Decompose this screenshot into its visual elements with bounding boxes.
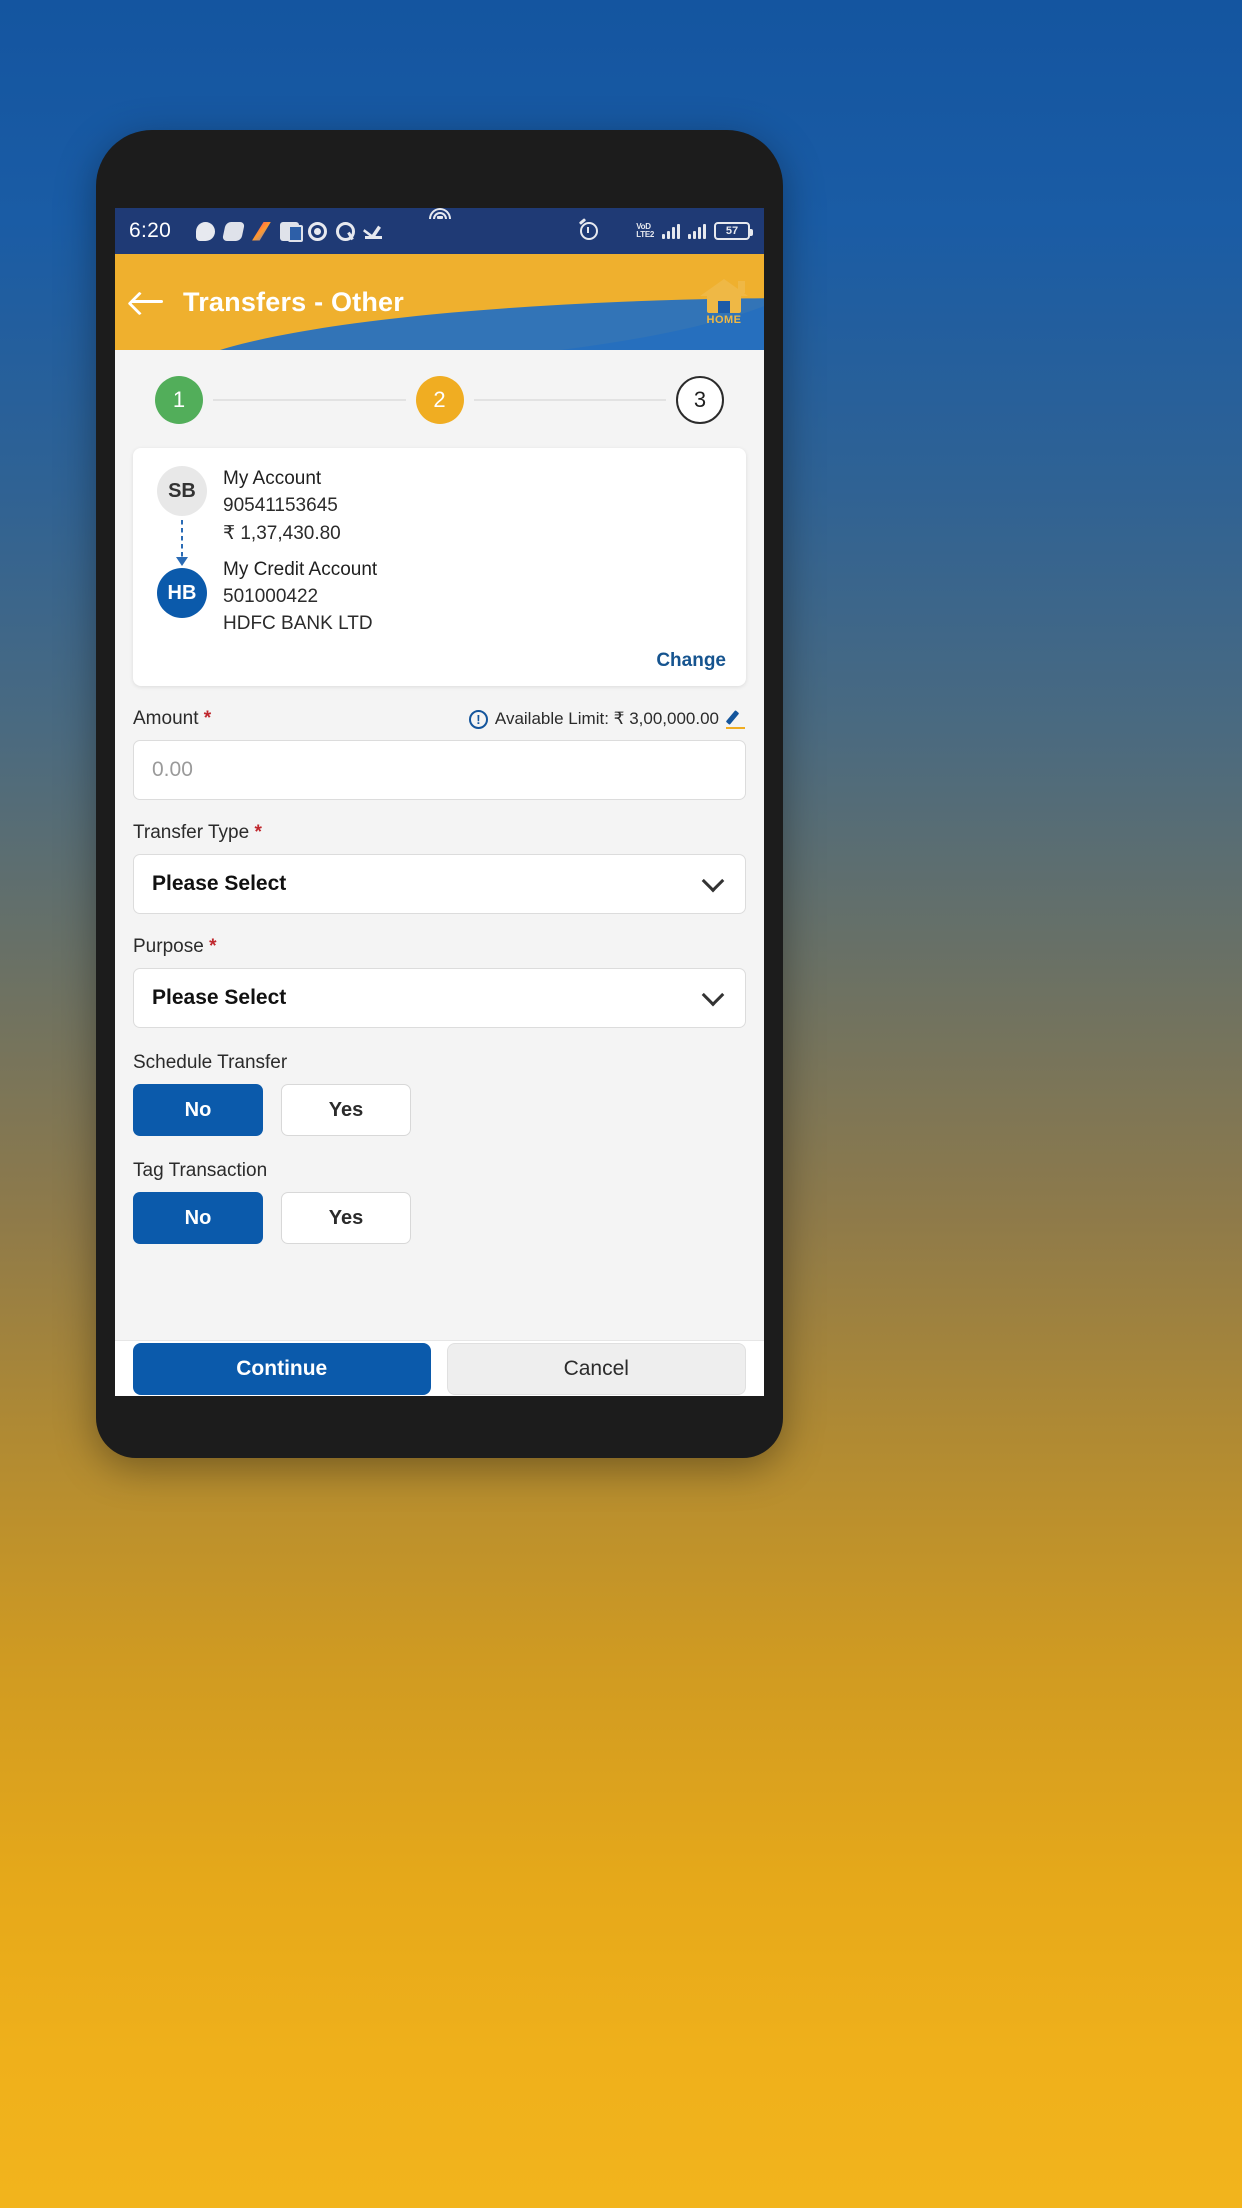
volte-indicator: VoD LTE2 [636, 222, 654, 239]
page-title: Transfers - Other [183, 286, 404, 317]
home-button-label: HOME [706, 313, 742, 326]
schedule-transfer-label: Schedule Transfer [133, 1052, 288, 1073]
transfer-type-field-group: Transfer Type * Please Select [115, 822, 764, 914]
slack-icon [222, 221, 246, 241]
step-3[interactable]: 3 [676, 376, 724, 424]
account-avatars: SB HB [153, 466, 223, 640]
status-time: 6:20 [129, 219, 172, 242]
to-account-name: My Credit Account [223, 559, 378, 580]
app-header: Transfers - Other HOME [115, 254, 764, 350]
step-2[interactable]: 2 [415, 376, 464, 424]
available-limit-block: ! Available Limit: ₹ 3,00,000.00 [468, 709, 746, 729]
action-footer: Continue Cancel [115, 1340, 764, 1396]
home-button[interactable]: HOME [700, 278, 748, 326]
phone-screen: 6:20 VoD LTE2 57 Transfers - Other HOME … [115, 208, 764, 1396]
from-account-row: SB HB My Account 90541153645 ₹ 1,37,430.… [153, 466, 726, 640]
status-bar: 6:20 VoD LTE2 57 [115, 208, 764, 254]
quora-icon [336, 221, 356, 241]
wifi-icon [428, 208, 628, 239]
to-account-bank: HDFC BANK LTD [223, 613, 373, 634]
signal-bars-sim2 [688, 223, 706, 239]
main-content: 1 2 3 SB HB My Account 90541153645 ₹ 1,3… [115, 350, 764, 1340]
to-account-number: 501000422 [223, 586, 319, 607]
schedule-transfer-yes[interactable]: Yes [281, 1084, 411, 1136]
purpose-value: Please Select [152, 986, 287, 1009]
outlook-icon [280, 221, 304, 242]
transfer-type-value: Please Select [152, 872, 287, 895]
step-1[interactable]: 1 [155, 376, 203, 424]
transfer-type-label: Transfer Type * [133, 822, 262, 844]
step-connector-1 [213, 399, 406, 401]
chrome-icon [308, 221, 328, 241]
pencil-edit-icon[interactable] [726, 709, 746, 729]
gradient-app-icon [252, 221, 272, 241]
purpose-label-text: Purpose [133, 936, 204, 957]
back-arrow-icon[interactable] [131, 289, 165, 315]
amount-input[interactable]: 0.00 [133, 740, 746, 800]
purpose-label: Purpose * [133, 936, 216, 958]
home-icon [700, 278, 748, 313]
available-limit-text: Available Limit: ₹ 3,00,000.00 [494, 709, 719, 728]
from-account-balance: ₹ 1,37,430.80 [223, 523, 341, 544]
alarm-icon [580, 222, 599, 240]
status-bar-left: 6:20 [129, 219, 580, 243]
account-summary-card: SB HB My Account 90541153645 ₹ 1,37,430.… [133, 448, 746, 686]
battery-indicator: 57 [714, 222, 753, 240]
tag-transaction-label: Tag Transaction [133, 1160, 268, 1181]
from-account-avatar: SB [157, 466, 207, 516]
schedule-transfer-group: Schedule Transfer No Yes [115, 1052, 764, 1136]
chat-icon [196, 221, 216, 241]
amount-label: Amount * [133, 708, 211, 730]
purpose-select[interactable]: Please Select [133, 968, 746, 1028]
amount-field-group: Amount * ! Available Limit: ₹ 3,00,000.0… [115, 708, 764, 800]
transfer-type-select[interactable]: Please Select [133, 854, 746, 914]
phone-frame: 6:20 VoD LTE2 57 Transfers - Other HOME … [96, 130, 783, 1458]
info-icon[interactable]: ! [468, 709, 488, 729]
transfer-type-required-mark: * [254, 822, 262, 843]
status-bar-right: VoD LTE2 57 [428, 208, 753, 240]
amount-label-text: Amount [133, 708, 199, 729]
transfer-arrow-icon [176, 520, 188, 566]
cancel-button[interactable]: Cancel [446, 1342, 746, 1395]
tag-transaction-yes[interactable]: Yes [281, 1192, 411, 1244]
chevron-down-icon [701, 869, 725, 893]
amount-required-mark: * [203, 708, 212, 729]
purpose-required-mark: * [209, 936, 217, 957]
account-details: My Account 90541153645 ₹ 1,37,430.80 My … [223, 466, 726, 640]
from-account-name: My Account [223, 468, 322, 489]
signal-bars-sim1 [662, 223, 680, 239]
tag-transaction-no[interactable]: No [133, 1192, 263, 1244]
tag-transaction-group: Tag Transaction No Yes [115, 1160, 764, 1244]
chevron-down-icon [701, 983, 725, 1007]
to-account-avatar: HB [157, 568, 207, 618]
transfer-type-label-text: Transfer Type [133, 822, 250, 843]
from-account-number: 90541153645 [223, 495, 338, 516]
step-connector-2 [473, 399, 666, 401]
purpose-field-group: Purpose * Please Select [115, 936, 764, 1028]
progress-stepper: 1 2 3 [115, 350, 764, 442]
change-account-link[interactable]: Change [153, 650, 726, 672]
continue-button[interactable]: Continue [133, 1342, 431, 1395]
schedule-transfer-no[interactable]: No [133, 1084, 263, 1136]
checkmark-icon [364, 224, 384, 239]
